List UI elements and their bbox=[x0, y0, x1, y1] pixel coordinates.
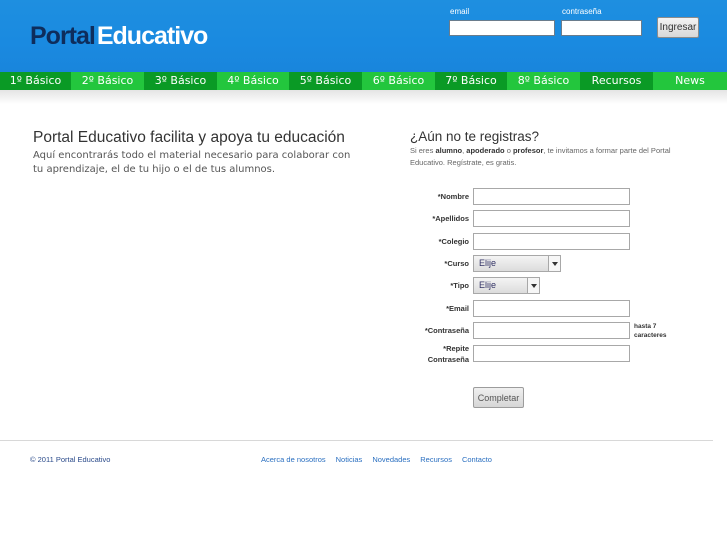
curso-select[interactable]: Elije bbox=[473, 255, 561, 272]
chevron-down-icon bbox=[548, 256, 560, 271]
email-input[interactable] bbox=[473, 300, 630, 317]
tipo-select[interactable]: Elije bbox=[473, 277, 540, 294]
label-email: *Email bbox=[446, 304, 469, 313]
colegio-input[interactable] bbox=[473, 233, 630, 250]
login-password-label: contraseña bbox=[562, 7, 602, 16]
tipo-select-value: Elije bbox=[474, 278, 527, 293]
register-description: Si eres alumno, apoderado o profesor, te… bbox=[410, 145, 680, 169]
label-repite-contrasena: *Repite Contraseña bbox=[427, 344, 469, 364]
label-tipo: *Tipo bbox=[450, 281, 469, 290]
label-nombre: *Nombre bbox=[437, 192, 469, 201]
nav-shadow bbox=[0, 90, 727, 104]
login-button[interactable]: Ingresar bbox=[657, 17, 699, 38]
register-text-prefix: Si eres bbox=[410, 146, 436, 155]
repeat-password-input[interactable] bbox=[473, 345, 630, 362]
site-logo[interactable]: PortalEducativo bbox=[30, 20, 208, 52]
register-title: ¿Aún no te registras? bbox=[410, 129, 540, 144]
password-input[interactable] bbox=[473, 322, 630, 339]
nav-item-8-basico[interactable]: 8º Básico bbox=[507, 72, 580, 90]
nav-item-news[interactable]: News bbox=[653, 72, 727, 90]
login-email-label: email bbox=[450, 7, 470, 16]
label-apellidos: *Apellidos bbox=[432, 214, 469, 223]
intro-title: Portal Educativo facilita y apoya tu edu… bbox=[33, 129, 345, 146]
footer-link-acerca[interactable]: Acerca de nosotros bbox=[261, 455, 326, 464]
label-contrasena: *Contraseña bbox=[424, 326, 469, 335]
label-colegio: *Colegio bbox=[438, 237, 469, 246]
label-curso: *Curso bbox=[444, 259, 469, 268]
role-apoderado: apoderado bbox=[466, 146, 505, 155]
footer-links: Acerca de nosotros Noticias Novedades Re… bbox=[261, 455, 492, 464]
submit-button[interactable]: Completar bbox=[473, 387, 524, 408]
footer-copyright: © 2011 Portal Educativo bbox=[30, 455, 111, 464]
nav-item-6-basico[interactable]: 6º Básico bbox=[362, 72, 435, 90]
site-header: PortalEducativo email contraseña Ingresa… bbox=[0, 0, 727, 72]
nav-item-1-basico[interactable]: 1º Básico bbox=[0, 72, 71, 90]
nav-item-recursos[interactable]: Recursos bbox=[580, 72, 653, 90]
footer-link-novedades[interactable]: Novedades bbox=[372, 455, 410, 464]
footer-link-noticias[interactable]: Noticias bbox=[336, 455, 363, 464]
nav-item-3-basico[interactable]: 3º Básico bbox=[144, 72, 217, 90]
apellidos-input[interactable] bbox=[473, 210, 630, 227]
role-alumno: alumno bbox=[435, 146, 463, 155]
login-password-input[interactable] bbox=[561, 20, 642, 36]
nav-item-2-basico[interactable]: 2º Básico bbox=[71, 72, 144, 90]
curso-select-value: Elije bbox=[474, 256, 548, 271]
main-nav: 1º Básico 2º Básico 3º Básico 4º Básico … bbox=[0, 72, 727, 90]
footer-link-recursos[interactable]: Recursos bbox=[420, 455, 452, 464]
nombre-input[interactable] bbox=[473, 188, 630, 205]
login-email-input[interactable] bbox=[449, 20, 555, 36]
nav-item-5-basico[interactable]: 5º Básico bbox=[289, 72, 362, 90]
nav-item-7-basico[interactable]: 7º Básico bbox=[435, 72, 507, 90]
nav-item-4-basico[interactable]: 4º Básico bbox=[217, 72, 289, 90]
footer-divider bbox=[0, 440, 713, 441]
logo-educativo: Educativo bbox=[96, 22, 208, 50]
intro-text: Aquí encontrarás todo el material necesa… bbox=[33, 150, 351, 175]
password-hint: hasta 7 caracteres bbox=[634, 323, 667, 339]
chevron-down-icon bbox=[527, 278, 539, 293]
logo-portal: Portal bbox=[30, 22, 96, 50]
role-profesor: profesor bbox=[512, 146, 544, 155]
register-sep-2: o bbox=[504, 146, 513, 155]
footer-link-contacto[interactable]: Contacto bbox=[462, 455, 492, 464]
